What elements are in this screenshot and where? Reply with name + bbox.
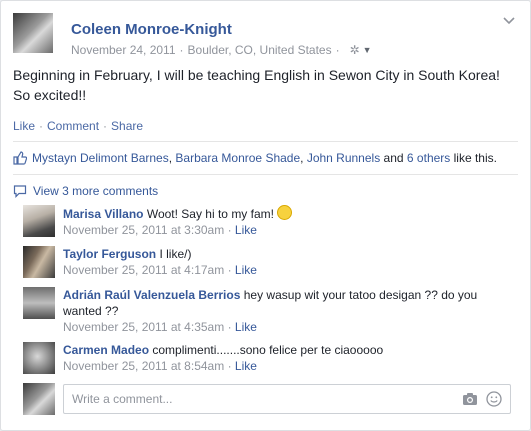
comment: Carmen Madeo complimenti.......sono feli…: [23, 342, 513, 376]
commenter-name[interactable]: Taylor Ferguson: [63, 247, 156, 261]
privacy-caret-icon[interactable]: ▼: [363, 45, 372, 55]
post-card: Coleen Monroe-Knight November 24, 2011 ·…: [0, 0, 531, 431]
comment-body: complimenti.......sono felice per te cia…: [152, 343, 384, 357]
meta-separator: ·: [179, 43, 184, 57]
author-name[interactable]: Coleen Monroe-Knight: [71, 21, 232, 38]
liker-name[interactable]: Mystayn Delimont Barnes: [32, 151, 169, 165]
liker-name[interactable]: John Runnels: [307, 151, 380, 165]
list-comma: ,: [300, 151, 307, 165]
camera-icon[interactable]: [462, 392, 478, 406]
commenter-avatar[interactable]: [23, 205, 55, 237]
current-user-avatar: [23, 383, 55, 415]
share-button[interactable]: Share: [111, 119, 143, 133]
comment-time[interactable]: November 25, 2011 at 4:17am: [63, 263, 224, 277]
comment-meta: November 25, 2011 at 4:17am · Like: [63, 262, 503, 278]
comment-like-button[interactable]: Like: [235, 263, 257, 277]
comment-text-block: Taylor Ferguson I like/) November 25, 20…: [63, 246, 503, 278]
comment-meta: November 25, 2011 at 3:30am · Like: [63, 222, 503, 238]
comment-button[interactable]: Comment: [47, 119, 99, 133]
commenter-name[interactable]: Adrián Raúl Valenzuela Berrios: [63, 288, 240, 302]
likes-summary: Mystayn Delimont Barnes, Barbara Monroe …: [13, 151, 497, 165]
privacy-gear-icon[interactable]: ✲: [350, 43, 360, 57]
view-more-comments[interactable]: View 3 more comments: [13, 184, 158, 198]
divider: [13, 174, 518, 175]
divider: [13, 141, 518, 142]
comment-meta: November 25, 2011 at 4:35am · Like: [63, 319, 503, 335]
comment-time[interactable]: November 25, 2011 at 4:35am: [63, 320, 224, 334]
comment-meta: November 25, 2011 at 8:54am · Like: [63, 358, 503, 374]
meta-separator: ·: [227, 359, 235, 373]
post-header: Coleen Monroe-Knight November 24, 2011 ·…: [13, 13, 518, 63]
commenter-avatar[interactable]: [23, 287, 55, 319]
commenter-avatar[interactable]: [23, 342, 55, 374]
comment-input[interactable]: [72, 391, 452, 407]
commenter-name[interactable]: Carmen Madeo: [63, 343, 149, 357]
comment: Marisa Villano Woot! Say hi to my fam! N…: [23, 205, 513, 239]
comment-bubble-icon: [13, 185, 27, 198]
comment-like-button[interactable]: Like: [235, 320, 257, 334]
thumbs-up-icon: [13, 151, 27, 165]
commenter-name[interactable]: Marisa Villano: [63, 207, 143, 221]
commenter-avatar[interactable]: [23, 246, 55, 278]
comment-text-block: Adrián Raúl Valenzuela Berrios hey wasup…: [63, 287, 503, 335]
list-comma: ,: [168, 151, 176, 165]
action-separator: ·: [39, 119, 44, 133]
post-actions: Like · Comment · Share: [13, 119, 143, 133]
comment-time[interactable]: November 25, 2011 at 3:30am: [63, 223, 224, 237]
comment-time[interactable]: November 25, 2011 at 8:54am: [63, 359, 224, 373]
comment: Adrián Raúl Valenzuela Berrios hey wasup…: [23, 287, 513, 334]
emoji-icon[interactable]: [486, 391, 502, 407]
likes-suffix: like this.: [453, 151, 497, 165]
meta-separator: ·: [335, 43, 340, 57]
likes-others-link[interactable]: 6 others: [407, 151, 450, 165]
post-meta: November 24, 2011 · Boulder, CO, United …: [71, 43, 372, 57]
smiley-emoji-icon: [276, 205, 292, 220]
view-more-label[interactable]: View 3 more comments: [33, 184, 158, 198]
like-button[interactable]: Like: [13, 119, 35, 133]
post-text: Beginning in February, I will be teachin…: [13, 67, 500, 103]
post-location[interactable]: Boulder, CO, United States: [188, 43, 332, 57]
comment-body: I like/): [159, 247, 192, 261]
author-avatar[interactable]: [13, 13, 53, 53]
comment-text-block: Carmen Madeo complimenti.......sono feli…: [63, 342, 503, 374]
meta-separator: ·: [227, 320, 235, 334]
comment-like-button[interactable]: Like: [235, 223, 257, 237]
comment-text-block: Marisa Villano Woot! Say hi to my fam! N…: [63, 205, 503, 238]
chevron-down-icon[interactable]: [502, 15, 516, 27]
liker-name[interactable]: Barbara Monroe Shade: [175, 151, 300, 165]
post-date[interactable]: November 24, 2011: [71, 43, 176, 57]
comment-like-button[interactable]: Like: [235, 359, 257, 373]
meta-separator: ·: [227, 263, 235, 277]
comment: Taylor Ferguson I like/) November 25, 20…: [23, 246, 513, 280]
action-separator: ·: [103, 119, 108, 133]
comment-composer[interactable]: [63, 384, 511, 414]
likes-and: and: [383, 151, 404, 165]
comment-body: Woot! Say hi to my fam!: [146, 207, 274, 221]
meta-separator: ·: [227, 223, 235, 237]
